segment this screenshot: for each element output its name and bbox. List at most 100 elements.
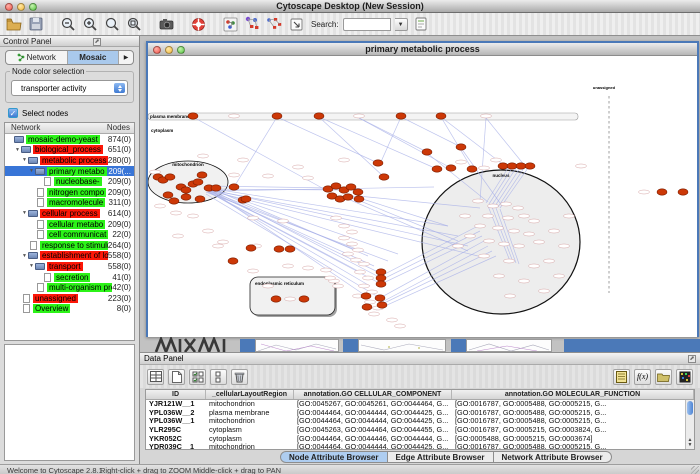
tree-row[interactable]: Overview8(0) — [5, 304, 134, 315]
tiled-window-fragment[interactable] — [255, 339, 339, 352]
expand-arrow-icon[interactable]: ▼ — [28, 263, 35, 269]
network-window-titlebar[interactable]: primary metabolic process — [148, 43, 697, 56]
tree-row-node-count: 209(0) — [108, 188, 134, 197]
zoom-button[interactable] — [29, 3, 37, 11]
tab-edge-attribute-browser[interactable]: Edge Attribute Browser — [388, 451, 494, 463]
column-header[interactable]: annotation.GO MOLECULAR_FUNCTION — [452, 390, 694, 399]
close-button[interactable] — [5, 3, 13, 11]
tiled-window-fragment[interactable] — [240, 339, 255, 352]
zoom-out-icon[interactable] — [59, 15, 77, 33]
tiled-window-fragment[interactable] — [466, 339, 552, 352]
tree-row-node-count: 41(0) — [112, 273, 134, 282]
tree-row[interactable]: ▼cellular process614(0) — [5, 208, 134, 219]
tiled-window-fragment[interactable] — [343, 339, 358, 352]
network-close-button[interactable] — [153, 46, 161, 54]
save-session-icon[interactable] — [27, 15, 45, 33]
attribute-table-icon[interactable] — [147, 369, 164, 385]
tree-row-label: nitrogen compo — [47, 188, 106, 197]
tree-row[interactable]: ▼biological_process651(0) — [5, 145, 134, 156]
open-session-icon[interactable] — [5, 15, 23, 33]
delete-attribute-icon[interactable] — [231, 369, 248, 385]
tree-row[interactable]: ▼transport558(0) — [5, 261, 134, 272]
node-color-select[interactable]: transporter activity — [11, 80, 128, 96]
select-nodes-checkbox[interactable]: ✓ — [8, 108, 18, 118]
help-icon[interactable] — [189, 15, 207, 33]
node-color-selection-group: Node color selection transporter activit… — [5, 71, 134, 103]
tree-row-label: mosaic-demo-yeast — [26, 135, 100, 144]
attribute-table-header[interactable]: ID_cellularLayoutRegionannotation.GO CEL… — [146, 390, 694, 400]
vizmapper-icon[interactable] — [221, 15, 239, 33]
tree-row[interactable]: nitrogen compo209(0) — [5, 187, 134, 198]
tree-row[interactable]: multi-organism pro42(0) — [5, 282, 134, 293]
tree-row-label: biological_process — [33, 145, 103, 154]
layout-red-icon[interactable] — [265, 15, 283, 33]
attribute-batch-icon[interactable] — [210, 369, 227, 385]
zoom-fit-icon[interactable] — [125, 15, 143, 33]
tree-row[interactable]: nucleobase-209(0) — [5, 176, 134, 187]
resize-grip[interactable] — [691, 466, 699, 474]
tree-row[interactable]: ▼establishment of lo558(0) — [5, 251, 134, 262]
table-row[interactable]: YPL036W__1mitochondrion[GO:0044464, GO:0… — [146, 417, 694, 426]
layout-blue-icon[interactable] — [243, 15, 261, 33]
table-cell: [GO:0016787, GO:0005488, GO:0005215, G..… — [452, 400, 694, 409]
tree-row[interactable]: ▼primary metabo209(... — [5, 166, 134, 177]
search-input[interactable] — [343, 18, 391, 31]
tree-row[interactable]: macromolecule311(0) — [5, 198, 134, 209]
tree-row[interactable]: cell communicat22(0) — [5, 229, 134, 240]
tree-row[interactable]: secretion41(0) — [5, 272, 134, 283]
status-bar: Welcome to Cytoscape 2.8.1 Right-click +… — [0, 464, 700, 474]
quick-find-index-icon[interactable] — [412, 15, 430, 33]
tiled-window-fragment[interactable] — [451, 339, 466, 352]
snapshot-icon[interactable] — [157, 15, 175, 33]
tab-overflow-button[interactable]: ▶ — [119, 51, 133, 64]
zoom-selected-icon[interactable] — [103, 15, 121, 33]
network-window[interactable]: primary metabolic process plasma membran… — [146, 41, 699, 337]
tree-row-node-count: 209(... — [108, 167, 134, 176]
float-panel-icon[interactable]: ⬈ — [688, 355, 696, 363]
table-row[interactable]: YJR121W__1mitochondrion[GO:0045267, GO:0… — [146, 400, 694, 409]
expand-arrow-icon[interactable]: ▼ — [21, 253, 28, 259]
table-row[interactable]: YPL036W__2plasma membrane[GO:0044464, GO… — [146, 409, 694, 418]
tab-node-attribute-browser[interactable]: Node Attribute Browser — [280, 451, 388, 463]
table-row[interactable]: YDR039C__1mitochondrion[GO:0044464, GO:0… — [146, 443, 694, 450]
new-attribute-icon[interactable] — [168, 369, 185, 385]
column-header[interactable]: ID — [146, 390, 206, 399]
expand-arrow-icon[interactable]: ▼ — [21, 210, 28, 216]
tiled-window-fragment[interactable] — [358, 339, 446, 352]
select-attributes-icon[interactable] — [189, 369, 206, 385]
network-zoom-button[interactable] — [177, 46, 185, 54]
attribute-matrix-icon[interactable] — [676, 369, 693, 385]
float-panel-icon[interactable]: ⬈ — [93, 38, 101, 46]
attribute-list-icon[interactable] — [613, 369, 630, 385]
tab-mosaic[interactable]: Mosaic — [68, 51, 119, 64]
tree-row-node-count: 614(0) — [108, 209, 134, 218]
tree-row[interactable]: response to stimulu264(0) — [5, 240, 134, 251]
network-canvas[interactable]: plasma membranecytoplasmmitochondrionnuc… — [148, 56, 697, 337]
column-header[interactable]: annotation.GO CELLULAR_COMPONENT — [294, 390, 452, 399]
tab-network-attribute-browser[interactable]: Network Attribute Browser — [494, 451, 612, 463]
table-scrollbar[interactable]: ▲▼ — [685, 400, 694, 449]
expand-arrow-icon[interactable]: ▼ — [21, 157, 28, 163]
network-minimize-button[interactable] — [165, 46, 173, 54]
expand-arrow-icon[interactable]: ▼ — [14, 147, 21, 153]
column-header[interactable]: _cellularLayoutRegion — [206, 390, 294, 399]
search-dropdown-arrow[interactable]: ▼ — [395, 18, 408, 31]
scrollbar-thumb[interactable] — [687, 401, 693, 415]
tree-row[interactable]: ▼metabolic process280(0) — [5, 155, 134, 166]
tab-network[interactable]: Network — [6, 51, 68, 64]
tree-row[interactable]: mosaic-demo-yeast874(0) — [5, 134, 134, 145]
minimize-button[interactable] — [17, 3, 25, 11]
tree-row-label: metabolic process — [40, 156, 108, 165]
birdseye-view[interactable] — [4, 344, 135, 461]
app-title: Cytoscape Desktop (New Session) — [0, 0, 700, 13]
tree-row[interactable]: cellular metabo209(0) — [5, 219, 134, 230]
scrollbar-arrows[interactable]: ▲▼ — [686, 438, 694, 448]
import-attributes-icon[interactable] — [655, 369, 672, 385]
tree-row[interactable]: unassigned223(0) — [5, 293, 134, 304]
table-row[interactable]: YLR295Ccytoplasm[GO:0045263, GO:0044464,… — [146, 426, 694, 435]
formula-builder-icon[interactable]: f(x) — [634, 369, 651, 385]
expand-arrow-icon[interactable]: ▼ — [28, 168, 35, 174]
table-row[interactable]: YKR052Ccytoplasm[GO:0044464, GO:0044446,… — [146, 435, 694, 444]
annotation-icon[interactable] — [287, 15, 305, 33]
zoom-in-icon[interactable] — [81, 15, 99, 33]
